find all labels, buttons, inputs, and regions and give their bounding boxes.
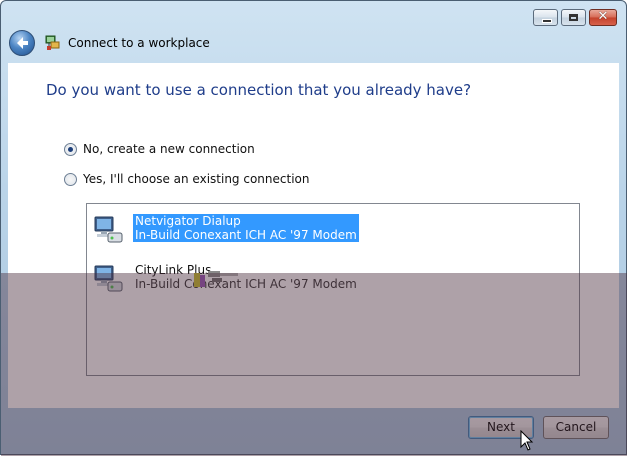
connection-name: CityLink Plus <box>135 263 212 277</box>
page-heading: Do you want to use a connection that you… <box>46 81 472 99</box>
maximize-icon <box>569 14 578 21</box>
caption-buttons: ✕ <box>533 9 617 26</box>
cancel-button[interactable]: Cancel <box>543 416 609 439</box>
dialup-modem-icon <box>94 216 123 243</box>
close-icon: ✕ <box>597 9 609 24</box>
connection-device: In-Build Conexant ICH AC '97 Modem <box>135 277 357 291</box>
mouse-cursor-icon <box>520 430 534 451</box>
render-glitch-artifact <box>194 271 238 287</box>
back-button[interactable] <box>9 30 35 56</box>
minimize-button[interactable] <box>533 9 558 26</box>
window-title: Connect to a workplace <box>68 36 210 50</box>
connection-text-netvigator: Netvigator Dialup In-Build Conexant ICH … <box>133 214 359 246</box>
connection-item-netvigator[interactable]: Netvigator Dialup In-Build Conexant ICH … <box>93 214 359 246</box>
option-new-connection-label: No, create a new connection <box>83 142 255 156</box>
option-existing-connection-label: Yes, I'll choose an existing connection <box>83 172 310 186</box>
radio-existing-connection[interactable] <box>64 172 77 186</box>
back-arrow-icon <box>17 37 28 49</box>
network-workplace-icon <box>45 35 60 50</box>
wizard-window: ✕ Connect to a workplace Do you want to … <box>0 0 627 456</box>
wizard-content: Do you want to use a connection that you… <box>8 63 619 408</box>
close-button[interactable]: ✕ <box>589 9 617 26</box>
dialup-modem-icon <box>94 265 123 292</box>
connection-device: In-Build Conexant ICH AC '97 Modem <box>133 228 359 242</box>
radio-new-connection[interactable] <box>64 142 77 156</box>
option-existing-connection[interactable]: Yes, I'll choose an existing connection <box>64 172 309 186</box>
maximize-button[interactable] <box>561 9 586 26</box>
connection-name: Netvigator Dialup <box>133 214 359 228</box>
connection-list[interactable]: Netvigator Dialup In-Build Conexant ICH … <box>86 203 580 376</box>
connection-text-citylink: CityLink Plus In-Build Conexant ICH AC '… <box>133 263 359 295</box>
option-new-connection[interactable]: No, create a new connection <box>64 142 255 156</box>
minimize-icon <box>542 19 552 23</box>
